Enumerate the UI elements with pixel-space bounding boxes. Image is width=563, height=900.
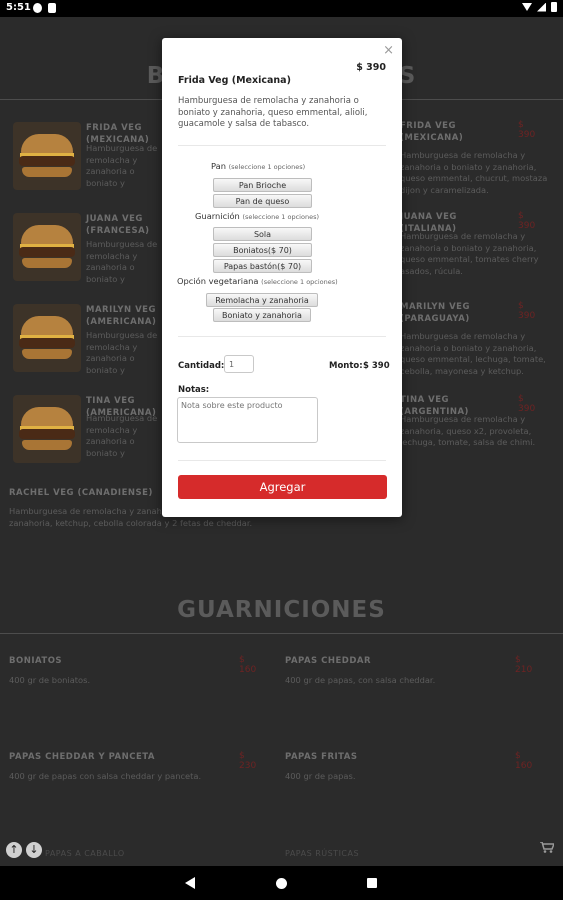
menu-item-price: $ 390 <box>518 120 536 140</box>
divider <box>178 460 386 461</box>
menu-item-name: PAPAS A CABALLO <box>45 849 125 858</box>
product-options-modal: × $ 390 Frida Veg (Mexicana) Hamburguesa… <box>162 38 402 517</box>
wifi-icon <box>522 3 532 11</box>
menu-item-description: Hamburguesa de remolacha y zanahoria o b… <box>400 331 546 376</box>
guarniciones-section-title: GUARNICIONES <box>177 597 386 623</box>
back-icon[interactable] <box>185 877 195 889</box>
menu-item-description: Hamburguesa de remolacha y zanahoria o b… <box>400 150 548 195</box>
menu-item-description: Hamburguesa de remolacha y zanahoria o b… <box>86 239 158 284</box>
option-boniato-button[interactable]: Boniato y zanahoria <box>213 308 311 322</box>
burger-photo <box>13 213 81 281</box>
sd-card-icon <box>48 3 56 13</box>
option-group-label-pan: Pan (seleccione 1 opciones) <box>211 161 306 171</box>
menu-item-description: 400 gr de papas con salsa cheddar y panc… <box>9 771 202 781</box>
arrow-up-icon[interactable]: ↑ <box>6 842 22 858</box>
menu-item-price: $ 230 <box>239 751 257 771</box>
burger-photo <box>13 395 81 463</box>
menu-item-name: MARILYN VEG (PARAGUAYA) <box>400 302 470 324</box>
option-remolacha-button[interactable]: Remolacha y zanahoria <box>206 293 318 307</box>
menu-item-name: BONIATOS <box>9 656 63 666</box>
menu-item-name: PAPAS RÚSTICAS <box>285 849 360 858</box>
system-nav-bar <box>0 866 563 900</box>
product-price: $ 390 <box>356 62 386 73</box>
menu-item-description: Hamburguesa de remolacha y zanahoria o b… <box>86 143 158 188</box>
option-pan-brioche-button[interactable]: Pan Brioche <box>213 178 312 192</box>
option-group-label-vegetariana: Opción vegetariana (seleccione 1 opcione… <box>177 276 338 286</box>
menu-item-price: $ 160 <box>515 751 533 771</box>
menu-item-price: $ 390 <box>518 211 536 231</box>
divider <box>178 145 386 146</box>
option-papas-baston-button[interactable]: Papas bastón($ 70) <box>213 259 312 273</box>
home-icon[interactable] <box>276 878 287 889</box>
menu-item-description: Hamburguesa de remolacha y zanahoria o b… <box>400 231 539 276</box>
menu-item-name: PAPAS FRITAS <box>285 752 358 762</box>
menu-item-name: MARILYN VEG (AMERICANA) <box>86 305 157 327</box>
recent-apps-icon[interactable] <box>367 878 377 888</box>
burger-photo <box>13 122 81 190</box>
battery-icon <box>551 2 557 12</box>
menu-item-price: $ 390 <box>518 301 536 321</box>
burger-photo <box>13 304 81 372</box>
menu-item-price: $ 160 <box>239 655 257 675</box>
quantity-label: Cantidad: <box>178 361 225 371</box>
close-icon[interactable]: × <box>383 43 394 58</box>
quantity-input[interactable] <box>224 355 254 373</box>
section-divider <box>0 633 563 634</box>
menu-item-description: Hamburguesa de remolacha y zanahoria o b… <box>86 330 158 375</box>
option-boniatos-button[interactable]: Boniatos($ 70) <box>213 243 312 257</box>
notes-field[interactable] <box>177 397 318 443</box>
signal-icon <box>537 2 546 12</box>
menu-item-description: 400 gr de papas. <box>285 771 356 781</box>
status-time: 5:51 <box>6 2 31 13</box>
status-bar: 5:51 <box>0 0 563 17</box>
divider <box>178 336 386 337</box>
menu-item-name: PAPAS CHEDDAR Y PANCETA <box>9 752 156 762</box>
menu-item-name: JUANA VEG (FRANCESA) <box>86 214 150 236</box>
amount-value: $ 390 <box>363 361 390 371</box>
menu-item-price: $ 210 <box>515 655 533 675</box>
app-notification-icon <box>33 3 42 13</box>
menu-item-name: FRIDA VEG (MEXICANA) <box>400 121 464 143</box>
notes-label: Notas: <box>178 385 210 395</box>
add-to-cart-button[interactable]: Agregar <box>178 475 387 499</box>
amount-label: Monto: <box>329 361 363 371</box>
option-group-label-guarnicion: Guarnición (seleccione 1 opciones) <box>195 211 319 221</box>
menu-item-description: Hamburguesa de remolacha y zanahoria o b… <box>86 413 158 458</box>
product-title: Frida Veg (Mexicana) <box>178 75 291 86</box>
product-description: Hamburguesa de remolacha y zanahoria o b… <box>178 96 368 129</box>
arrow-down-icon[interactable]: ↓ <box>26 842 42 858</box>
menu-item-description: 400 gr de boniatos. <box>9 675 91 685</box>
menu-item-description: Hamburguesa de remolacha y zanahoria, qu… <box>400 414 536 447</box>
option-pan-queso-button[interactable]: Pan de queso <box>213 194 312 208</box>
menu-item-name: PAPAS CHEDDAR <box>285 656 372 666</box>
option-sola-button[interactable]: Sola <box>213 227 312 241</box>
menu-item-price: $ 390 <box>518 394 536 414</box>
cart-icon[interactable] <box>540 842 554 853</box>
menu-item-description: 400 gr de papas, con salsa cheddar. <box>285 675 436 685</box>
